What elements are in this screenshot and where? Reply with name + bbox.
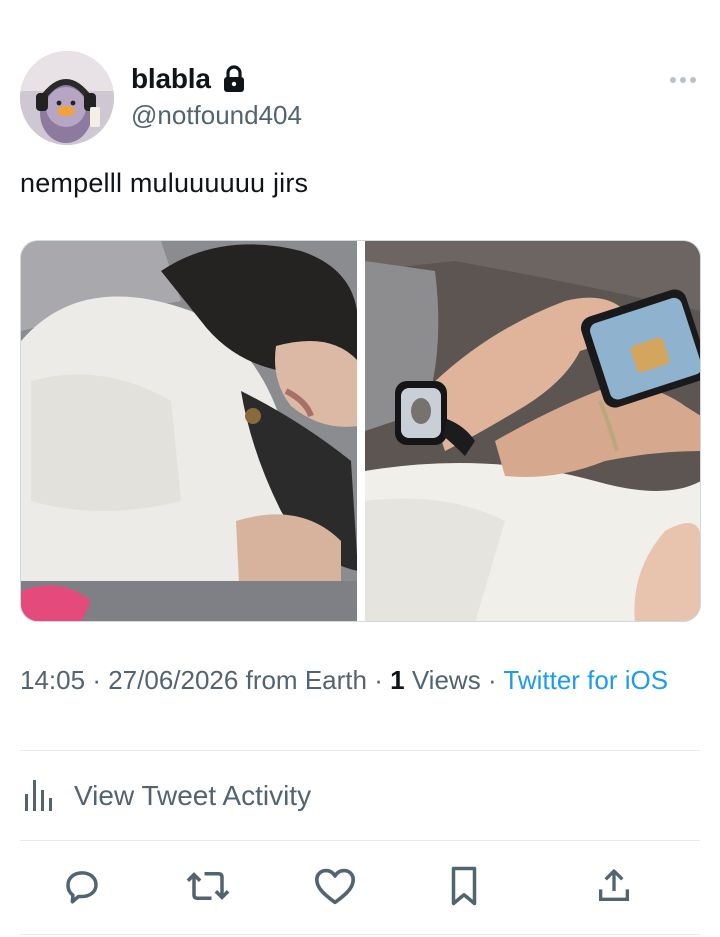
reply-button[interactable] (58, 862, 106, 910)
name-row: blabla (131, 63, 247, 95)
tweet-meta: 14:05 · 27/06/2026 from Earth · 1 Views … (20, 663, 700, 697)
views-label: Views (411, 665, 481, 695)
more-options-icon[interactable] (670, 75, 700, 85)
divider (20, 840, 700, 841)
divider (20, 934, 700, 935)
reply-icon (66, 871, 98, 904)
views-count: 1 (390, 665, 405, 695)
heart-icon (315, 868, 355, 905)
tweet-text: nempelll muluuuuuu jirs (20, 168, 309, 198)
photo-person-lying-icon (21, 241, 357, 621)
tweet-date[interactable]: 27/06/2026 (108, 665, 238, 695)
photo-watch-phone-icon (364, 241, 700, 621)
share-icon (599, 869, 629, 901)
lock-icon (221, 65, 247, 93)
tweet-time[interactable]: 14:05 (20, 665, 85, 695)
view-tweet-activity-button[interactable]: View Tweet Activity (20, 772, 311, 820)
tweet-photo-2[interactable] (364, 241, 700, 621)
divider (20, 750, 700, 751)
tweet-location: from Earth (245, 665, 367, 695)
duck-headphones-avatar-icon (20, 51, 114, 145)
retweet-button[interactable] (184, 862, 232, 910)
bar-chart-icon (20, 774, 56, 819)
meta-separator: · (374, 665, 383, 695)
tweet-source-link[interactable]: Twitter for iOS (503, 665, 668, 695)
display-name[interactable]: blabla (131, 63, 211, 95)
like-button[interactable] (311, 862, 359, 910)
media-grid (20, 240, 701, 622)
tweet-action-bar (0, 862, 720, 914)
share-button[interactable] (590, 862, 638, 910)
tweet-photo-1[interactable] (21, 241, 357, 621)
avatar[interactable] (20, 51, 114, 145)
retweet-icon (186, 872, 230, 900)
user-handle[interactable]: @notfound404 (131, 100, 302, 131)
tweet-header: blabla @notfound404 (20, 51, 700, 146)
meta-separator: · (487, 665, 497, 695)
bookmark-button[interactable] (440, 862, 488, 910)
meta-separator: · (92, 665, 101, 695)
view-tweet-activity-label: View Tweet Activity (74, 780, 312, 811)
bookmark-icon (451, 866, 477, 906)
